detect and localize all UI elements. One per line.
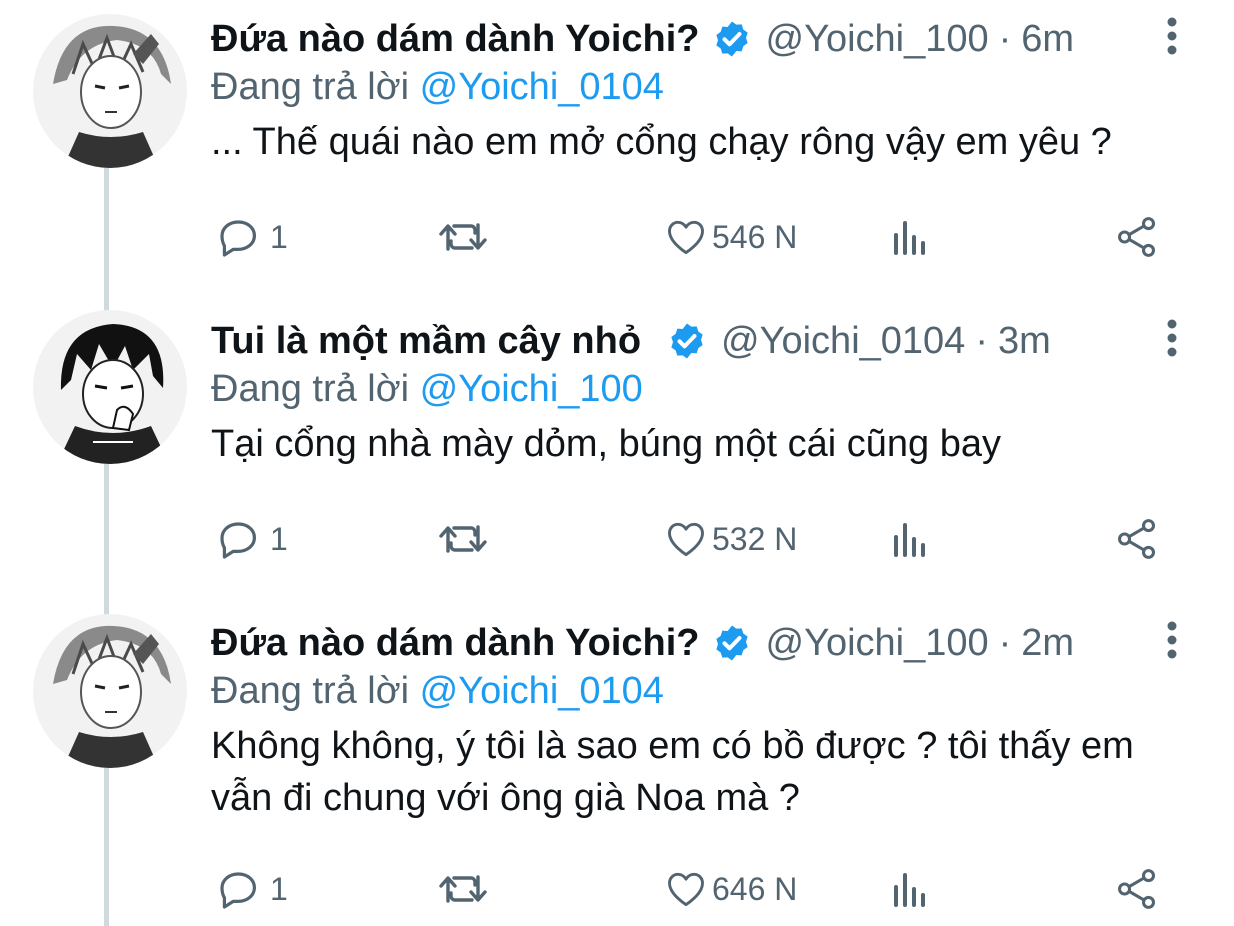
views-button[interactable] [890,864,930,914]
share-button[interactable] [1114,514,1160,564]
like-button[interactable]: 546 N [664,212,797,262]
avatar[interactable] [33,614,187,768]
timestamp[interactable]: 2m [1021,618,1074,668]
more-options-icon[interactable] [1164,318,1180,358]
separator-dot: · [998,622,1012,664]
verified-badge-icon [667,321,707,361]
display-name[interactable]: Đứa nào dám dành Yoichi? [211,618,700,668]
retweet-icon [439,525,487,553]
tweet-header: Tui là một mầm cây nhỏ @Yoichi_0104 · 3m [211,316,1051,366]
share-icon [1118,217,1156,257]
retweet-button[interactable] [436,212,490,262]
replying-to: Đang trả lời @Yoichi_0104 [211,62,664,112]
retweet-icon [439,875,487,903]
share-button[interactable] [1114,212,1160,262]
like-count: 546 N [712,218,798,255]
reply-count: 1 [270,218,288,255]
avatar[interactable] [33,14,187,168]
display-name[interactable]: Tui là một mầm cây nhỏ [211,316,641,366]
views-icon [894,873,925,907]
more-options-icon[interactable] [1164,620,1180,660]
replying-to-label: Đang trả lời [211,66,410,108]
retweet-button[interactable] [436,514,490,564]
views-button[interactable] [890,514,930,564]
like-count: 646 N [712,870,798,907]
share-button[interactable] [1114,864,1160,914]
retweet-button[interactable] [436,864,490,914]
heart-icon [668,220,704,255]
like-button[interactable]: 532 N [664,514,797,564]
share-icon [1118,869,1156,909]
user-handle[interactable]: @Yoichi_100 [766,14,989,64]
share-icon [1118,519,1156,559]
action-bar: 1 532 N [0,514,1234,564]
heart-icon [668,872,704,907]
replying-to-label: Đang trả lời [211,670,410,712]
like-button[interactable]: 646 N [664,864,797,914]
tweet-text: Tại cổng nhà mày dỏm, búng một cái cũng … [211,423,1002,465]
reply-button[interactable]: 1 [214,212,288,262]
reply-icon [220,522,256,559]
views-button[interactable] [890,212,930,262]
tweet-text: Không không, ý tôi là sao em có bồ được … [211,725,1134,819]
avatar-image [33,614,187,768]
timestamp[interactable]: 6m [1021,14,1074,64]
user-handle[interactable]: @Yoichi_0104 [721,316,965,366]
like-count: 532 N [712,520,798,557]
action-bar: 1 646 N [0,864,1234,914]
separator-dot: · [975,320,988,362]
replying-to-label: Đang trả lời [211,368,410,410]
retweet-icon [439,223,487,251]
replying-to: Đang trả lời @Yoichi_0104 [211,666,664,716]
avatar-image [33,310,187,464]
views-icon [894,523,925,557]
avatar[interactable] [33,310,187,464]
reply-icon [220,220,256,257]
tweet-header: Đứa nào dám dành Yoichi? @Yoichi_100 · 6… [211,14,1074,64]
display-name[interactable]: Đứa nào dám dành Yoichi? [211,14,700,64]
user-handle[interactable]: @Yoichi_100 [766,618,989,668]
reply-mention-link[interactable]: @Yoichi_100 [420,368,643,410]
reply-mention-link[interactable]: @Yoichi_0104 [420,670,664,712]
reply-count: 1 [270,870,288,907]
action-bar: 1 546 N [0,212,1234,262]
separator-dot: · [998,18,1012,60]
reply-button[interactable]: 1 [214,864,288,914]
tweet-text: ... Thế quái nào em mở cổng chạy rông vậ… [211,121,1112,163]
more-options-icon[interactable] [1164,16,1180,56]
avatar-image [33,14,187,168]
verified-badge-icon [712,19,752,59]
replying-to: Đang trả lời @Yoichi_100 [211,364,643,414]
reply-count: 1 [270,520,288,557]
verified-badge-icon [712,623,752,663]
reply-mention-link[interactable]: @Yoichi_0104 [420,66,664,108]
heart-icon [668,522,704,557]
views-icon [894,221,925,255]
reply-button[interactable]: 1 [214,514,288,564]
tweet-header: Đứa nào dám dành Yoichi? @Yoichi_100 · 2… [211,618,1074,668]
reply-icon [220,872,256,909]
timestamp[interactable]: 3m [998,316,1051,366]
